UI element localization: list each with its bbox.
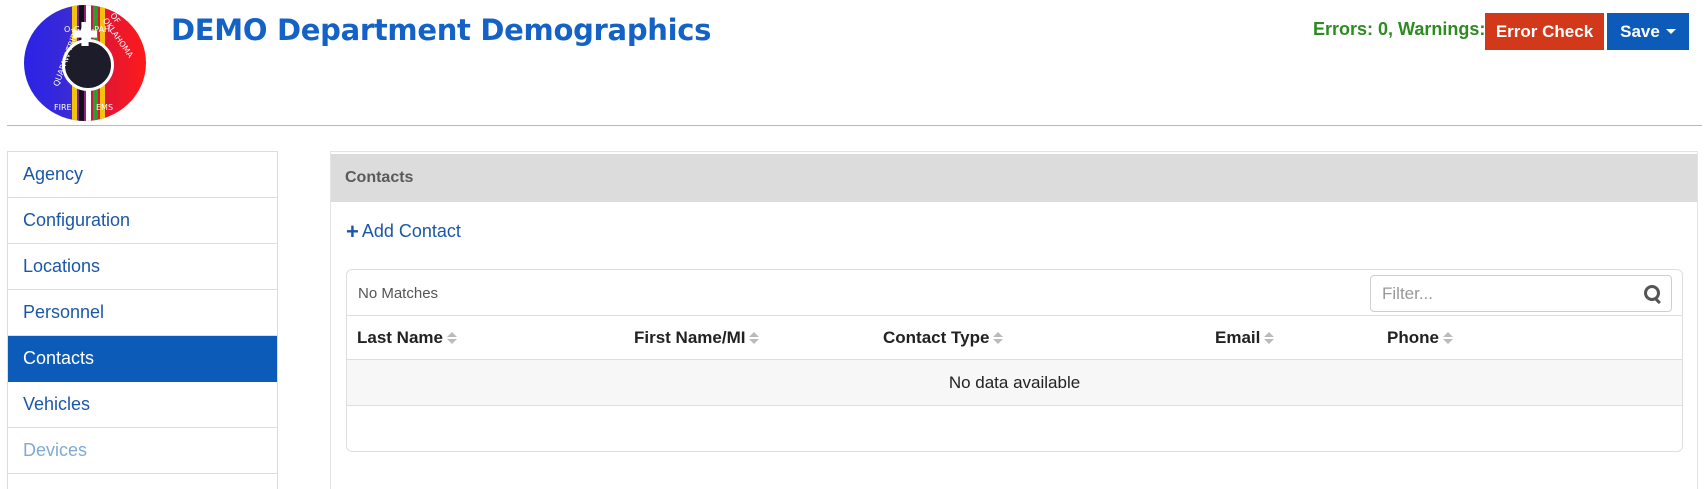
- column-header-contact-type[interactable]: Contact Type: [883, 316, 1004, 359]
- table-empty-row: No data available: [347, 360, 1682, 406]
- filter-field[interactable]: [1370, 275, 1672, 312]
- sort-icon: [993, 331, 1004, 344]
- panel-heading: Contacts: [331, 154, 1697, 202]
- sidebar-item-configuration[interactable]: Configuration: [8, 198, 277, 244]
- column-header-email[interactable]: Email: [1215, 316, 1275, 359]
- search-icon[interactable]: [1644, 284, 1662, 303]
- column-header-first-name[interactable]: First Name/MI: [634, 316, 760, 359]
- department-logo: QUAPAW TRIBE OF OKLAHOMA O-GAH-PAH FIRE …: [24, 5, 146, 121]
- sort-icon: [1442, 331, 1453, 344]
- contacts-panel: Contacts + Add Contact No Matches Last N…: [330, 151, 1698, 489]
- filter-input[interactable]: [1380, 282, 1644, 305]
- column-header-last-name[interactable]: Last Name: [357, 316, 457, 359]
- validation-status: Errors: 0, Warnings: 0: [1313, 19, 1501, 39]
- table-header: Last Name First Name/MI Contact Type Ema…: [347, 315, 1682, 360]
- caret-down-icon: [1665, 29, 1676, 34]
- save-button-label: Save: [1620, 21, 1660, 41]
- sidebar-item-agency[interactable]: Agency: [8, 152, 277, 198]
- sidebar-item-vehicles[interactable]: Vehicles: [8, 382, 277, 428]
- add-contact-label: Add Contact: [361, 221, 461, 241]
- sidebar-item-devices[interactable]: Devices: [8, 428, 277, 474]
- sort-icon: [1264, 331, 1275, 344]
- sort-icon: [749, 331, 760, 344]
- error-check-button[interactable]: Error Check: [1485, 13, 1604, 50]
- sidebar-item-locations[interactable]: Locations: [8, 244, 277, 290]
- sidebar-nav: Agency Configuration Locations Personnel…: [7, 151, 278, 489]
- table-info: No Matches: [358, 285, 439, 302]
- page-title: DEMO Department Demographics: [171, 13, 712, 47]
- save-button[interactable]: Save: [1607, 13, 1689, 50]
- contacts-table: No Matches Last Name First Name/MI Conta…: [346, 269, 1683, 452]
- header-divider: [7, 125, 1702, 126]
- add-contact-link[interactable]: + Add Contact: [346, 218, 461, 244]
- plus-icon: +: [346, 218, 359, 244]
- column-header-phone[interactable]: Phone: [1387, 316, 1453, 359]
- sort-icon: [446, 331, 457, 344]
- sidebar-item-contacts[interactable]: Contacts: [8, 336, 277, 382]
- sidebar-item-personnel[interactable]: Personnel: [8, 290, 277, 336]
